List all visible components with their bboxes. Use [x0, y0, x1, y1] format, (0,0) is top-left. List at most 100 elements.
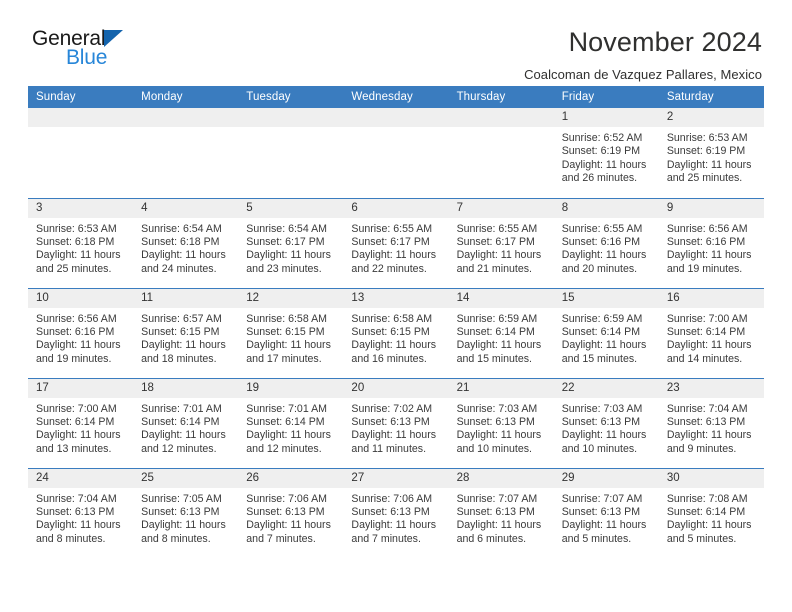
calendar-week-row: 17 Sunrise: 7:00 AM Sunset: 6:14 PM Dayli… — [28, 377, 764, 468]
calendar-day-cell[interactable]: 15 Sunrise: 6:59 AM Sunset: 6:14 PM Dayli… — [553, 287, 659, 378]
calendar-day-cell[interactable]: 9 Sunrise: 6:56 AM Sunset: 6:16 PM Daylig… — [658, 197, 764, 288]
day-sun-info: Sunrise: 6:56 AM Sunset: 6:16 PM Dayligh… — [666, 222, 752, 275]
day-number: 16 — [658, 288, 764, 308]
day-number: 19 — [238, 378, 344, 398]
calendar-day-cell[interactable]: 18 Sunrise: 7:01 AM Sunset: 6:14 PM Dayli… — [133, 377, 239, 468]
day-sun-info — [343, 127, 448, 132]
calendar-day-cell[interactable]: 30 Sunrise: 7:08 AM Sunset: 6:14 PM Dayli… — [658, 467, 764, 558]
day-number: 30 — [658, 468, 764, 488]
day-number: 17 — [28, 378, 134, 398]
calendar-day-cell[interactable]: 17 Sunrise: 7:00 AM Sunset: 6:14 PM Dayli… — [28, 377, 134, 468]
day-number: 6 — [343, 198, 449, 218]
day-sun-info: Sunrise: 7:06 AM Sunset: 6:13 PM Dayligh… — [246, 492, 331, 545]
day-number: 22 — [553, 378, 659, 398]
day-number: 27 — [343, 468, 449, 488]
calendar-day-cell[interactable]: 27 Sunrise: 7:06 AM Sunset: 6:13 PM Dayli… — [343, 467, 449, 558]
day-sun-info: Sunrise: 6:55 AM Sunset: 6:17 PM Dayligh… — [351, 222, 437, 275]
day-sun-info: Sunrise: 7:08 AM Sunset: 6:14 PM Dayligh… — [666, 492, 752, 545]
day-number: 2 — [658, 108, 764, 127]
calendar-day-cell[interactable]: 13 Sunrise: 6:58 AM Sunset: 6:15 PM Dayli… — [343, 287, 449, 378]
calendar-day-cell[interactable]: 5 Sunrise: 6:54 AM Sunset: 6:17 PM Daylig… — [238, 197, 344, 288]
calendar-day-cell[interactable]: 29 Sunrise: 7:07 AM Sunset: 6:13 PM Dayli… — [553, 467, 659, 558]
day-number: 15 — [553, 288, 659, 308]
calendar-day-cell[interactable]: 25 Sunrise: 7:05 AM Sunset: 6:13 PM Dayli… — [133, 467, 239, 558]
calendar-day-cell[interactable]: 10 Sunrise: 6:56 AM Sunset: 6:16 PM Dayli… — [28, 287, 134, 378]
general-blue-logo: General Blue — [28, 28, 152, 69]
day-number: 10 — [28, 288, 134, 308]
page-title: November 2024 — [568, 27, 762, 57]
day-number: 11 — [133, 288, 239, 308]
day-sun-info: Sunrise: 6:58 AM Sunset: 6:15 PM Dayligh… — [246, 312, 331, 365]
day-sun-info: Sunrise: 7:03 AM Sunset: 6:13 PM Dayligh… — [456, 402, 542, 455]
day-number: 29 — [553, 468, 659, 488]
day-sun-info: Sunrise: 6:55 AM Sunset: 6:17 PM Dayligh… — [456, 222, 542, 275]
day-number: 4 — [133, 198, 239, 218]
day-number: 7 — [448, 198, 554, 218]
calendar-day-cell-empty — [448, 108, 554, 198]
calendar-week-row: 3 Sunrise: 6:53 AM Sunset: 6:18 PM Daylig… — [28, 197, 764, 288]
day-number: 5 — [238, 198, 344, 218]
calendar-day-cell[interactable]: 19 Sunrise: 7:01 AM Sunset: 6:14 PM Dayli… — [238, 377, 344, 468]
calendar-day-cell[interactable]: 23 Sunrise: 7:04 AM Sunset: 6:13 PM Dayli… — [658, 377, 764, 468]
logo-triangle-icon — [104, 30, 124, 47]
day-sun-info: Sunrise: 7:05 AM Sunset: 6:13 PM Dayligh… — [141, 492, 226, 545]
day-number: 21 — [448, 378, 554, 398]
calendar-day-cell[interactable]: 7 Sunrise: 6:55 AM Sunset: 6:17 PM Daylig… — [448, 197, 554, 288]
weekday-header-friday: Friday — [553, 86, 659, 108]
day-number — [448, 108, 554, 127]
day-number — [238, 108, 344, 127]
calendar-day-cell[interactable]: 4 Sunrise: 6:54 AM Sunset: 6:18 PM Daylig… — [133, 197, 239, 288]
calendar-day-cell[interactable]: 20 Sunrise: 7:02 AM Sunset: 6:13 PM Dayli… — [343, 377, 449, 468]
sunrise-sunset-calendar-table: Sunday Monday Tuesday Wednesday Thursday… — [28, 86, 764, 558]
logo-bottom-row: Blue — [32, 47, 152, 69]
calendar-day-cell[interactable]: 3 Sunrise: 6:53 AM Sunset: 6:18 PM Daylig… — [28, 197, 134, 288]
day-sun-info: Sunrise: 7:03 AM Sunset: 6:13 PM Dayligh… — [561, 402, 647, 455]
day-sun-info: Sunrise: 7:01 AM Sunset: 6:14 PM Dayligh… — [141, 402, 226, 455]
calendar-day-cell[interactable]: 14 Sunrise: 6:59 AM Sunset: 6:14 PM Dayli… — [448, 287, 554, 378]
day-number: 23 — [658, 378, 764, 398]
day-sun-info: Sunrise: 7:01 AM Sunset: 6:14 PM Dayligh… — [246, 402, 331, 455]
day-sun-info — [449, 127, 554, 132]
calendar-day-cell[interactable]: 8 Sunrise: 6:55 AM Sunset: 6:16 PM Daylig… — [553, 197, 659, 288]
calendar-body: 1 Sunrise: 6:52 AM Sunset: 6:19 PM Daylig… — [28, 108, 764, 558]
weekday-header-sunday: Sunday — [28, 86, 134, 108]
day-sun-info: Sunrise: 6:54 AM Sunset: 6:18 PM Dayligh… — [141, 222, 226, 275]
calendar-day-cell[interactable]: 21 Sunrise: 7:03 AM Sunset: 6:13 PM Dayli… — [448, 377, 554, 468]
calendar-day-cell-empty — [28, 108, 134, 198]
logo-text-blue: Blue — [66, 46, 108, 69]
day-sun-info: Sunrise: 6:57 AM Sunset: 6:15 PM Dayligh… — [141, 312, 226, 365]
day-sun-info: Sunrise: 6:52 AM Sunset: 6:19 PM Dayligh… — [561, 132, 647, 185]
calendar-day-cell[interactable]: 22 Sunrise: 7:03 AM Sunset: 6:13 PM Dayli… — [553, 377, 659, 468]
calendar-day-cell-empty — [238, 108, 344, 198]
day-sun-info: Sunrise: 7:00 AM Sunset: 6:14 PM Dayligh… — [36, 402, 121, 455]
day-number: 26 — [238, 468, 344, 488]
calendar-day-cell-empty — [343, 108, 449, 198]
day-number — [28, 108, 134, 127]
day-number — [343, 108, 449, 127]
calendar-day-cell[interactable]: 11 Sunrise: 6:57 AM Sunset: 6:15 PM Dayli… — [133, 287, 239, 378]
day-number: 3 — [28, 198, 134, 218]
calendar-day-cell[interactable]: 28 Sunrise: 7:07 AM Sunset: 6:13 PM Dayli… — [448, 467, 554, 558]
calendar-day-cell[interactable]: 16 Sunrise: 7:00 AM Sunset: 6:14 PM Dayli… — [658, 287, 764, 378]
calendar-day-cell[interactable]: 2 Sunrise: 6:53 AM Sunset: 6:19 PM Daylig… — [658, 108, 764, 198]
calendar-week-row: 1 Sunrise: 6:52 AM Sunset: 6:19 PM Daylig… — [28, 108, 764, 198]
weekday-header-row: Sunday Monday Tuesday Wednesday Thursday… — [28, 86, 764, 108]
day-number: 12 — [238, 288, 344, 308]
calendar-day-cell[interactable]: 1 Sunrise: 6:52 AM Sunset: 6:19 PM Daylig… — [553, 108, 659, 198]
day-sun-info: Sunrise: 7:00 AM Sunset: 6:14 PM Dayligh… — [666, 312, 752, 365]
calendar-day-cell[interactable]: 12 Sunrise: 6:58 AM Sunset: 6:15 PM Dayli… — [238, 287, 344, 378]
day-sun-info: Sunrise: 7:06 AM Sunset: 6:13 PM Dayligh… — [351, 492, 437, 545]
weekday-header-wednesday: Wednesday — [343, 86, 449, 108]
calendar-day-cell[interactable]: 24 Sunrise: 7:04 AM Sunset: 6:13 PM Dayli… — [28, 467, 134, 558]
day-number: 13 — [343, 288, 449, 308]
calendar-day-cell[interactable]: 6 Sunrise: 6:55 AM Sunset: 6:17 PM Daylig… — [343, 197, 449, 288]
calendar-week-row: 10 Sunrise: 6:56 AM Sunset: 6:16 PM Dayli… — [28, 287, 764, 378]
calendar-day-cell[interactable]: 26 Sunrise: 7:06 AM Sunset: 6:13 PM Dayli… — [238, 467, 344, 558]
day-sun-info: Sunrise: 6:53 AM Sunset: 6:18 PM Dayligh… — [36, 222, 121, 275]
day-sun-info: Sunrise: 6:55 AM Sunset: 6:16 PM Dayligh… — [561, 222, 647, 275]
day-sun-info: Sunrise: 7:04 AM Sunset: 6:13 PM Dayligh… — [36, 492, 121, 545]
day-sun-info — [238, 127, 343, 132]
day-sun-info — [28, 127, 133, 132]
day-sun-info: Sunrise: 6:54 AM Sunset: 6:17 PM Dayligh… — [246, 222, 331, 275]
calendar-day-cell-empty — [133, 108, 239, 198]
